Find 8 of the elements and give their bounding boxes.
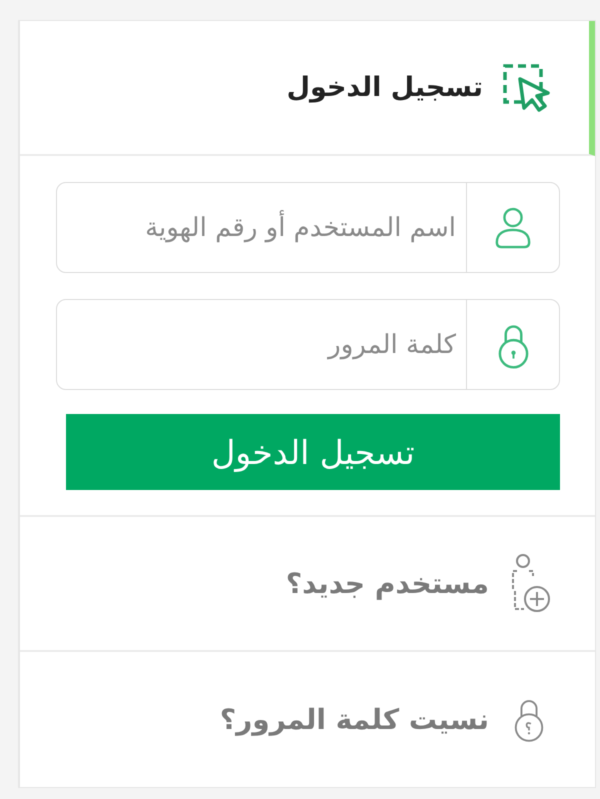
login-button[interactable]: تسجيل الدخول [66,414,560,490]
user-icon [494,206,532,250]
forgot-password-link[interactable]: نسيت كلمة المرور؟ [220,703,489,736]
login-title: تسجيل الدخول [286,72,483,103]
password-field[interactable]: كلمة المرور [56,299,560,390]
cursor-selection-icon [503,62,551,114]
new-user-link[interactable]: مستخدم جديد؟ [286,567,489,600]
username-field[interactable]: اسم المستخدم أو رقم الهوية [56,182,560,273]
